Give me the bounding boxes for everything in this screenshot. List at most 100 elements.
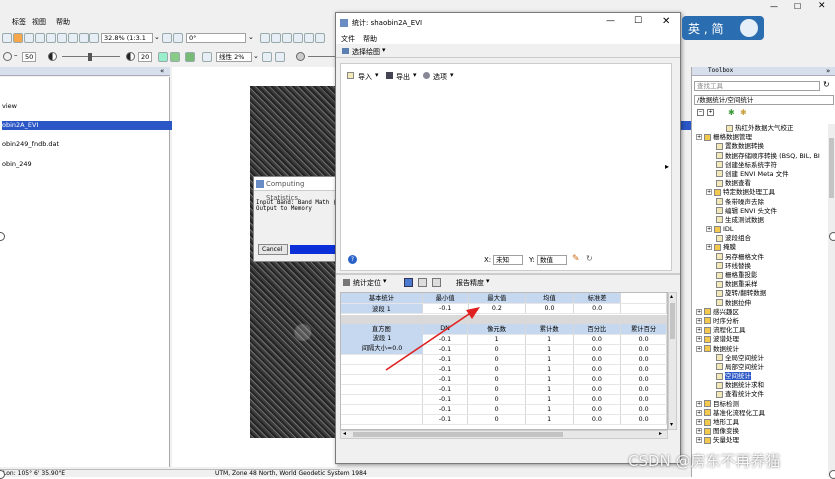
toolbox-tool[interactable]: 旋转/翻转数据 xyxy=(696,289,828,298)
ime-skin-icon[interactable] xyxy=(740,19,758,37)
maximize-button[interactable]: ☐ xyxy=(634,16,642,26)
toolbox-tool[interactable]: 波段组合 xyxy=(696,234,828,243)
toolbox-folder[interactable]: + 掩膜 xyxy=(696,243,828,252)
toolbox-folder[interactable]: + 时序分析 xyxy=(696,317,828,326)
hscroll-right-icon[interactable]: ▸ xyxy=(659,430,662,437)
stats-locate-button[interactable]: 统计定位 xyxy=(353,278,381,288)
tree-expand-icon[interactable]: + xyxy=(696,317,702,324)
toolbox-tool[interactable]: 条带噪声去除 xyxy=(696,198,828,207)
contrast-field[interactable]: 20 xyxy=(138,52,152,62)
zoom-out-icon[interactable] xyxy=(35,33,45,43)
export-button[interactable]: 导出 xyxy=(396,72,410,82)
toolbox-folder[interactable]: + 基准化流程化工具 xyxy=(696,409,828,418)
rotation-field[interactable]: 0° xyxy=(186,33,246,43)
report-precision-button[interactable]: 报告精度 xyxy=(456,278,484,288)
resize-handle-bottom-right[interactable] xyxy=(829,470,835,479)
bg-close-icon[interactable]: ✕ xyxy=(818,1,826,11)
tree-expand-icon[interactable]: + xyxy=(696,327,702,334)
toolbox-folder[interactable]: + 地形工具 xyxy=(696,418,828,427)
tree-expand-icon[interactable]: + xyxy=(696,336,702,343)
panel-expand-arrow-icon[interactable]: ▸ xyxy=(665,162,669,171)
toolbox-folder[interactable]: + 数据统计 xyxy=(696,345,828,354)
toolbox-tool[interactable]: 热红外数据大气校正 xyxy=(696,124,828,133)
vscroll-thumb[interactable] xyxy=(670,303,675,339)
computing-cancel-button[interactable]: Cancel xyxy=(258,244,288,255)
tree-expand-icon[interactable]: + xyxy=(696,428,702,435)
stretch-icon[interactable] xyxy=(202,52,212,62)
help-icon[interactable]: ? xyxy=(348,255,357,264)
fit-icon[interactable] xyxy=(46,33,56,43)
zoom-reset-icon[interactable] xyxy=(79,33,89,43)
toolbox-folder[interactable]: + 矢量处理 xyxy=(696,436,828,445)
toolbox-vscrollbar[interactable] xyxy=(828,124,835,477)
layer-panel-collapse-icon[interactable]: « xyxy=(160,67,164,75)
toolbox-collapse-all-icon[interactable]: − xyxy=(697,109,704,116)
zoom-dropdown-icon[interactable]: ⌄ xyxy=(154,33,160,41)
toolbox-folder[interactable]: + 流程化工具 xyxy=(696,326,828,335)
toolbox-folder[interactable]: + 目标检测 xyxy=(696,400,828,409)
toolbox-tool[interactable]: 数据重采样 xyxy=(696,280,828,289)
toolbox-collapse-icon[interactable]: » xyxy=(826,67,830,75)
table-view-icon-1[interactable] xyxy=(404,278,413,287)
toolbox-folder[interactable]: + IDL xyxy=(696,225,828,234)
tree-expand-icon[interactable]: + xyxy=(696,400,702,407)
arrow-icon[interactable] xyxy=(315,33,325,43)
rotate-right-icon[interactable] xyxy=(173,33,183,43)
ime-bar[interactable]: 英 , 简 xyxy=(682,16,764,40)
stats-menu-file[interactable]: 文件 xyxy=(341,34,355,44)
bg-maximize-icon[interactable]: ☐ xyxy=(794,2,801,11)
tree-expand-icon[interactable]: + xyxy=(696,345,702,352)
stats-menu-help[interactable]: 帮助 xyxy=(363,34,377,44)
zoom-select-icon[interactable] xyxy=(89,33,99,43)
brightness-decrease[interactable]: – xyxy=(14,51,18,59)
table-vscrollbar[interactable]: ▴ ▾ xyxy=(668,292,677,430)
histogram-icon[interactable] xyxy=(275,52,285,62)
toolbox-tool[interactable]: 创建坐标系统字符 xyxy=(696,161,828,170)
stretch-dropdown-icon[interactable]: ⌄ xyxy=(253,52,259,60)
bg-minimize-icon[interactable]: — xyxy=(770,2,778,11)
favorite-tool-icon[interactable]: ✱ xyxy=(728,108,735,117)
minimize-button[interactable]: — xyxy=(606,16,615,26)
vector-icon[interactable] xyxy=(271,33,281,43)
raster-image[interactable] xyxy=(250,86,338,438)
toolbox-tool[interactable]: 栅格重投影 xyxy=(696,271,828,280)
toolbox-tool[interactable]: 查看统计文件 xyxy=(696,390,828,399)
tree-expand-icon[interactable]: + xyxy=(696,409,702,416)
select-tool-icon[interactable] xyxy=(2,33,12,43)
recent-tool-icon[interactable]: ✱ xyxy=(740,108,747,117)
menu-label[interactable]: 标签 xyxy=(12,17,26,27)
options-button[interactable]: 选项 xyxy=(433,72,447,82)
toolbox-folder[interactable]: + 特定数据处理工具 xyxy=(696,188,828,197)
toolbox-folder[interactable]: + 栅格数据管理 xyxy=(696,133,828,142)
measure-icon[interactable] xyxy=(304,33,314,43)
table-view-icon-3[interactable] xyxy=(432,278,441,287)
roi-icon[interactable] xyxy=(293,33,303,43)
crosshair-icon[interactable] xyxy=(260,33,270,43)
link-icon[interactable] xyxy=(170,52,180,62)
tree-expand-icon[interactable]: + xyxy=(706,189,712,196)
close-button[interactable]: ✕ xyxy=(662,16,670,27)
toolbox-tool[interactable]: 环线替换 xyxy=(696,262,828,271)
toolbox-tool[interactable]: 另存栅格文件 xyxy=(696,253,828,262)
tree-expand-icon[interactable]: + xyxy=(706,244,712,251)
brightness-field[interactable]: 50 xyxy=(22,52,36,62)
transparency-icon[interactable] xyxy=(296,52,305,61)
table-hscrollbar[interactable]: ◂ ▸ xyxy=(340,430,668,439)
vscroll-down-icon[interactable]: ▾ xyxy=(670,421,673,428)
annotation-icon[interactable] xyxy=(282,33,292,43)
toolbox-tool[interactable]: 生成测试数据 xyxy=(696,216,828,225)
transparency-slider[interactable] xyxy=(308,56,338,57)
toolbox-folder[interactable]: + 波谱处理 xyxy=(696,335,828,344)
menu-view[interactable]: 视图 xyxy=(32,17,46,27)
toolbox-refresh-icon[interactable]: ↻ xyxy=(823,80,830,89)
import-button[interactable]: 导入 xyxy=(358,72,372,82)
select-plot-button[interactable]: 选择绘图 xyxy=(352,47,380,57)
toolbox-tool[interactable]: 数据存储顺序转换 (BSQ, BIL, BI xyxy=(696,152,828,161)
sharpen-icon[interactable] xyxy=(262,52,272,62)
zoom-in-icon[interactable] xyxy=(24,33,34,43)
rotate-left-icon[interactable] xyxy=(162,33,172,43)
pencil-icon[interactable]: ✎ xyxy=(572,254,580,264)
toolbox-folder[interactable]: + 感兴趣区 xyxy=(696,308,828,317)
chip-icon[interactable] xyxy=(158,52,168,62)
toolbox-folder[interactable]: + 图像变换 xyxy=(696,427,828,436)
